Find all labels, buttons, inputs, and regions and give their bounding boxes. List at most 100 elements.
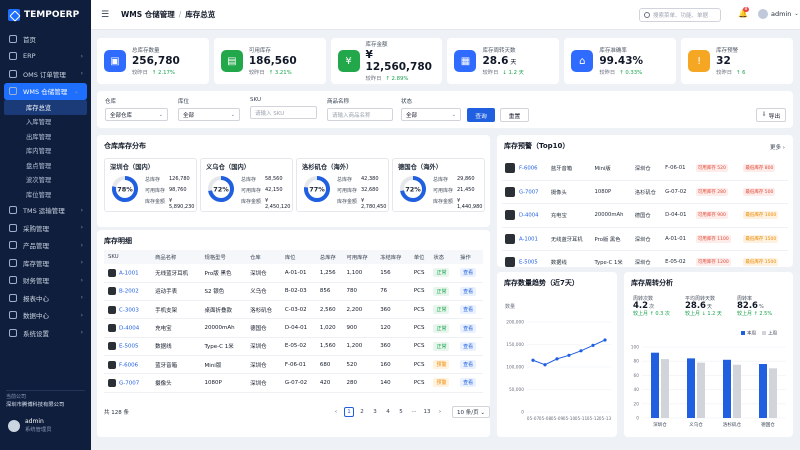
status-select[interactable]: 全部 ⌄ — [401, 108, 461, 121]
view-button[interactable]: 查看 — [460, 286, 477, 296]
sidebar-item-b1[interactable]: 采购管理 › — [0, 219, 91, 237]
data-point[interactable] — [603, 338, 607, 342]
table-cell[interactable]: 查看 — [456, 373, 483, 393]
query-button[interactable]: 查询 — [467, 108, 495, 122]
alert-row[interactable]: G-7007 摄像头 1080P 洛杉矶仓 G-07-02 可用库存 280 最低库存 50… — [502, 180, 788, 205]
alert-row[interactable]: A-1001 无线蓝牙耳机 Pro版 黑色 深圳仓 A-01-01 可用库存 1100 最低… — [502, 227, 788, 252]
bar[interactable] — [687, 358, 695, 418]
reset-button[interactable]: 重置 — [500, 108, 529, 122]
export-button[interactable]: ⇩ 导出 — [756, 108, 786, 122]
bell-icon[interactable]: 🔔 8 — [738, 7, 749, 18]
sidebar-subitem-4[interactable]: 盘点管理 — [0, 158, 91, 173]
sidebar-item-3[interactable]: WMS 仓储管理 ⌄ — [4, 82, 87, 100]
sku-link[interactable]: G-7007 — [519, 190, 539, 196]
data-point[interactable] — [543, 363, 547, 367]
user-menu[interactable]: admin ⌄ — [758, 9, 799, 19]
data-point[interactable] — [555, 357, 559, 361]
sidebar-subitem-1[interactable]: 入库管理 — [0, 115, 91, 130]
sku-link[interactable]: E-5005 — [119, 344, 138, 350]
sku-link[interactable]: B-2002 — [119, 289, 139, 295]
global-search-input[interactable]: 搜索菜单、功能、单据 — [639, 8, 721, 22]
location-select[interactable]: 全部 ⌄ — [178, 108, 240, 121]
view-button[interactable]: 查看 — [460, 305, 477, 315]
warehouse-card[interactable]: 深圳仓（国内） 78% 总库存 126,780 可用库存 98,760 库存金额 ¥ 5,89… — [104, 158, 197, 212]
sidebar-item-2[interactable]: OMS 订单管理 › — [0, 65, 91, 83]
data-point[interactable] — [567, 353, 571, 357]
sidebar-subitem-2[interactable]: 出库管理 — [0, 129, 91, 144]
page-button[interactable]: 13 — [422, 407, 432, 417]
table-cell[interactable]: F-6006 — [502, 157, 548, 181]
page-button[interactable]: 4 — [383, 407, 393, 417]
sidebar-subitem-0[interactable]: 库存总览 — [4, 100, 87, 115]
page-size-select[interactable]: 10 条/页 ⌄ — [452, 406, 490, 418]
table-row[interactable]: G-7007 摄像头 1080P 深圳仓 G-07-02 420 280 140 PCS 预警 查看 — [104, 373, 483, 393]
sidebar-item-1[interactable]: ERP › — [0, 48, 91, 66]
page-button[interactable]: ‹ — [331, 407, 341, 417]
sidebar-item-b4[interactable]: 财务管理 › — [0, 272, 91, 290]
sku-link[interactable]: C-3003 — [119, 307, 139, 313]
sidebar-item-b3[interactable]: 库存管理 › — [0, 254, 91, 272]
bar[interactable] — [769, 368, 777, 418]
sku-link[interactable]: A-1001 — [519, 236, 538, 242]
warehouse-select[interactable]: 全部仓库 ⌄ — [105, 108, 168, 121]
warehouse-card[interactable]: 义乌仓（国内） 72% 总库存 58,560 可用库存 42,150 库存金额 ¥ 2,450… — [200, 158, 293, 212]
breadcrumb-module[interactable]: WMS 仓储管理 — [121, 10, 175, 19]
alert-row[interactable]: F-6006 蓝牙音箱 Mini版 深圳仓 F-06-01 可用库存 520 最低库存 80… — [502, 157, 788, 181]
table-row[interactable]: B-2002 运动手表 S2 银色 义乌仓 B-02-03 856 780 76 PCS 正常 查看 — [104, 282, 483, 302]
view-button[interactable]: 查看 — [460, 341, 477, 351]
table-cell[interactable]: 查看 — [456, 355, 483, 375]
sku-input[interactable]: 请输入 SKU — [250, 106, 317, 119]
sidebar-subitem-6[interactable]: 库位管理 — [0, 187, 91, 202]
sku-link[interactable]: D-4004 — [119, 326, 139, 332]
sidebar-item-b0[interactable]: TMS 运输管理 › — [0, 202, 91, 220]
sidebar-item-b5[interactable]: 报表中心 › — [0, 289, 91, 307]
page-button[interactable]: 5 — [396, 407, 406, 417]
sidebar-item-b6[interactable]: 数据中心 › — [0, 307, 91, 325]
table-row[interactable]: A-1001 无线蓝牙耳机 Pro版 黑色 深圳仓 A-01-01 1,256 1,100 1… — [104, 264, 483, 283]
table-cell[interactable]: G-7007 — [502, 180, 548, 205]
table-cell[interactable]: 查看 — [456, 282, 483, 302]
bar[interactable] — [723, 359, 731, 418]
alert-row[interactable]: D-4004 充电宝 20000mAh 德国仓 D-04-01 可用库存 900 最低库存 … — [502, 203, 788, 228]
page-button[interactable]: 1 — [344, 407, 355, 417]
table-cell[interactable]: D-4004 — [502, 203, 548, 228]
app-logo[interactable]: TEMPOERP — [0, 0, 91, 30]
table-row[interactable]: C-3003 手机支架 桌面折叠款 洛杉矶仓 C-03-02 2,560 2,200 360 P… — [104, 300, 483, 320]
warehouse-card[interactable]: 洛杉矶仓（海外） 77% 总库存 42,380 可用库存 32,680 库存金额 ¥ 2,78… — [296, 158, 389, 212]
view-button[interactable]: 查看 — [460, 268, 477, 278]
sku-link[interactable]: G-7007 — [119, 380, 139, 386]
product-name-input[interactable]: 请输入商品名称 — [327, 108, 393, 121]
page-button[interactable]: 3 — [370, 407, 380, 417]
bar[interactable] — [759, 364, 767, 418]
table-row[interactable]: F-6006 蓝牙音箱 Mini版 深圳仓 F-06-01 680 520 160 PCS 预警查… — [104, 355, 483, 375]
data-point[interactable] — [579, 349, 583, 353]
table-cell[interactable]: A-1001 — [502, 227, 548, 252]
page-button[interactable]: 2 — [357, 407, 367, 417]
view-button[interactable]: 查看 — [460, 323, 477, 333]
data-point[interactable] — [531, 358, 535, 362]
sku-link[interactable]: E-5005 — [519, 260, 538, 266]
table-cell[interactable]: 查看 — [456, 300, 483, 320]
page-button[interactable]: › — [435, 407, 445, 417]
alert-row[interactable]: E-5005 数据线 Type-C 1米 深圳仓 E-05-02 可用库存 1200 最低库… — [502, 250, 788, 275]
data-point[interactable] — [591, 343, 595, 347]
sku-link[interactable]: D-4004 — [519, 213, 538, 219]
sidebar-subitem-5[interactable]: 波次管理 — [0, 173, 91, 188]
table-cell[interactable]: 查看 — [456, 264, 483, 283]
company-switcher[interactable]: 当前公司 深圳市腾博科技有限公司 — [6, 390, 85, 410]
more-link[interactable]: 更多 › — [770, 143, 785, 151]
warehouse-card[interactable]: 德国仓（海外） 72% 总库存 29,860 可用库存 21,450 库存金额 ¥ 1,440… — [392, 158, 485, 212]
bar[interactable] — [661, 359, 669, 418]
bar[interactable] — [651, 352, 659, 418]
table-row[interactable]: D-4004 充电宝 20000mAh 德国仓 D-04-01 1,020 900 120 PC… — [104, 318, 483, 338]
table-row[interactable]: E-5005 数据线 Type-C 1米 深圳仓 E-05-02 1,560 1,200 36… — [104, 337, 483, 356]
table-cell[interactable]: 查看 — [456, 337, 483, 356]
sku-link[interactable]: F-6006 — [119, 362, 138, 368]
sidebar-user[interactable]: admin 系统管理员 — [8, 418, 52, 433]
sidebar-item-0[interactable]: 首页 — [0, 30, 91, 48]
sidebar-item-b7[interactable]: 系统设置 › — [0, 324, 91, 342]
bar[interactable] — [697, 362, 705, 418]
menu-toggle-icon[interactable]: ☰ — [101, 10, 109, 20]
sku-link[interactable]: A-1001 — [119, 270, 139, 276]
bar[interactable] — [733, 364, 741, 418]
